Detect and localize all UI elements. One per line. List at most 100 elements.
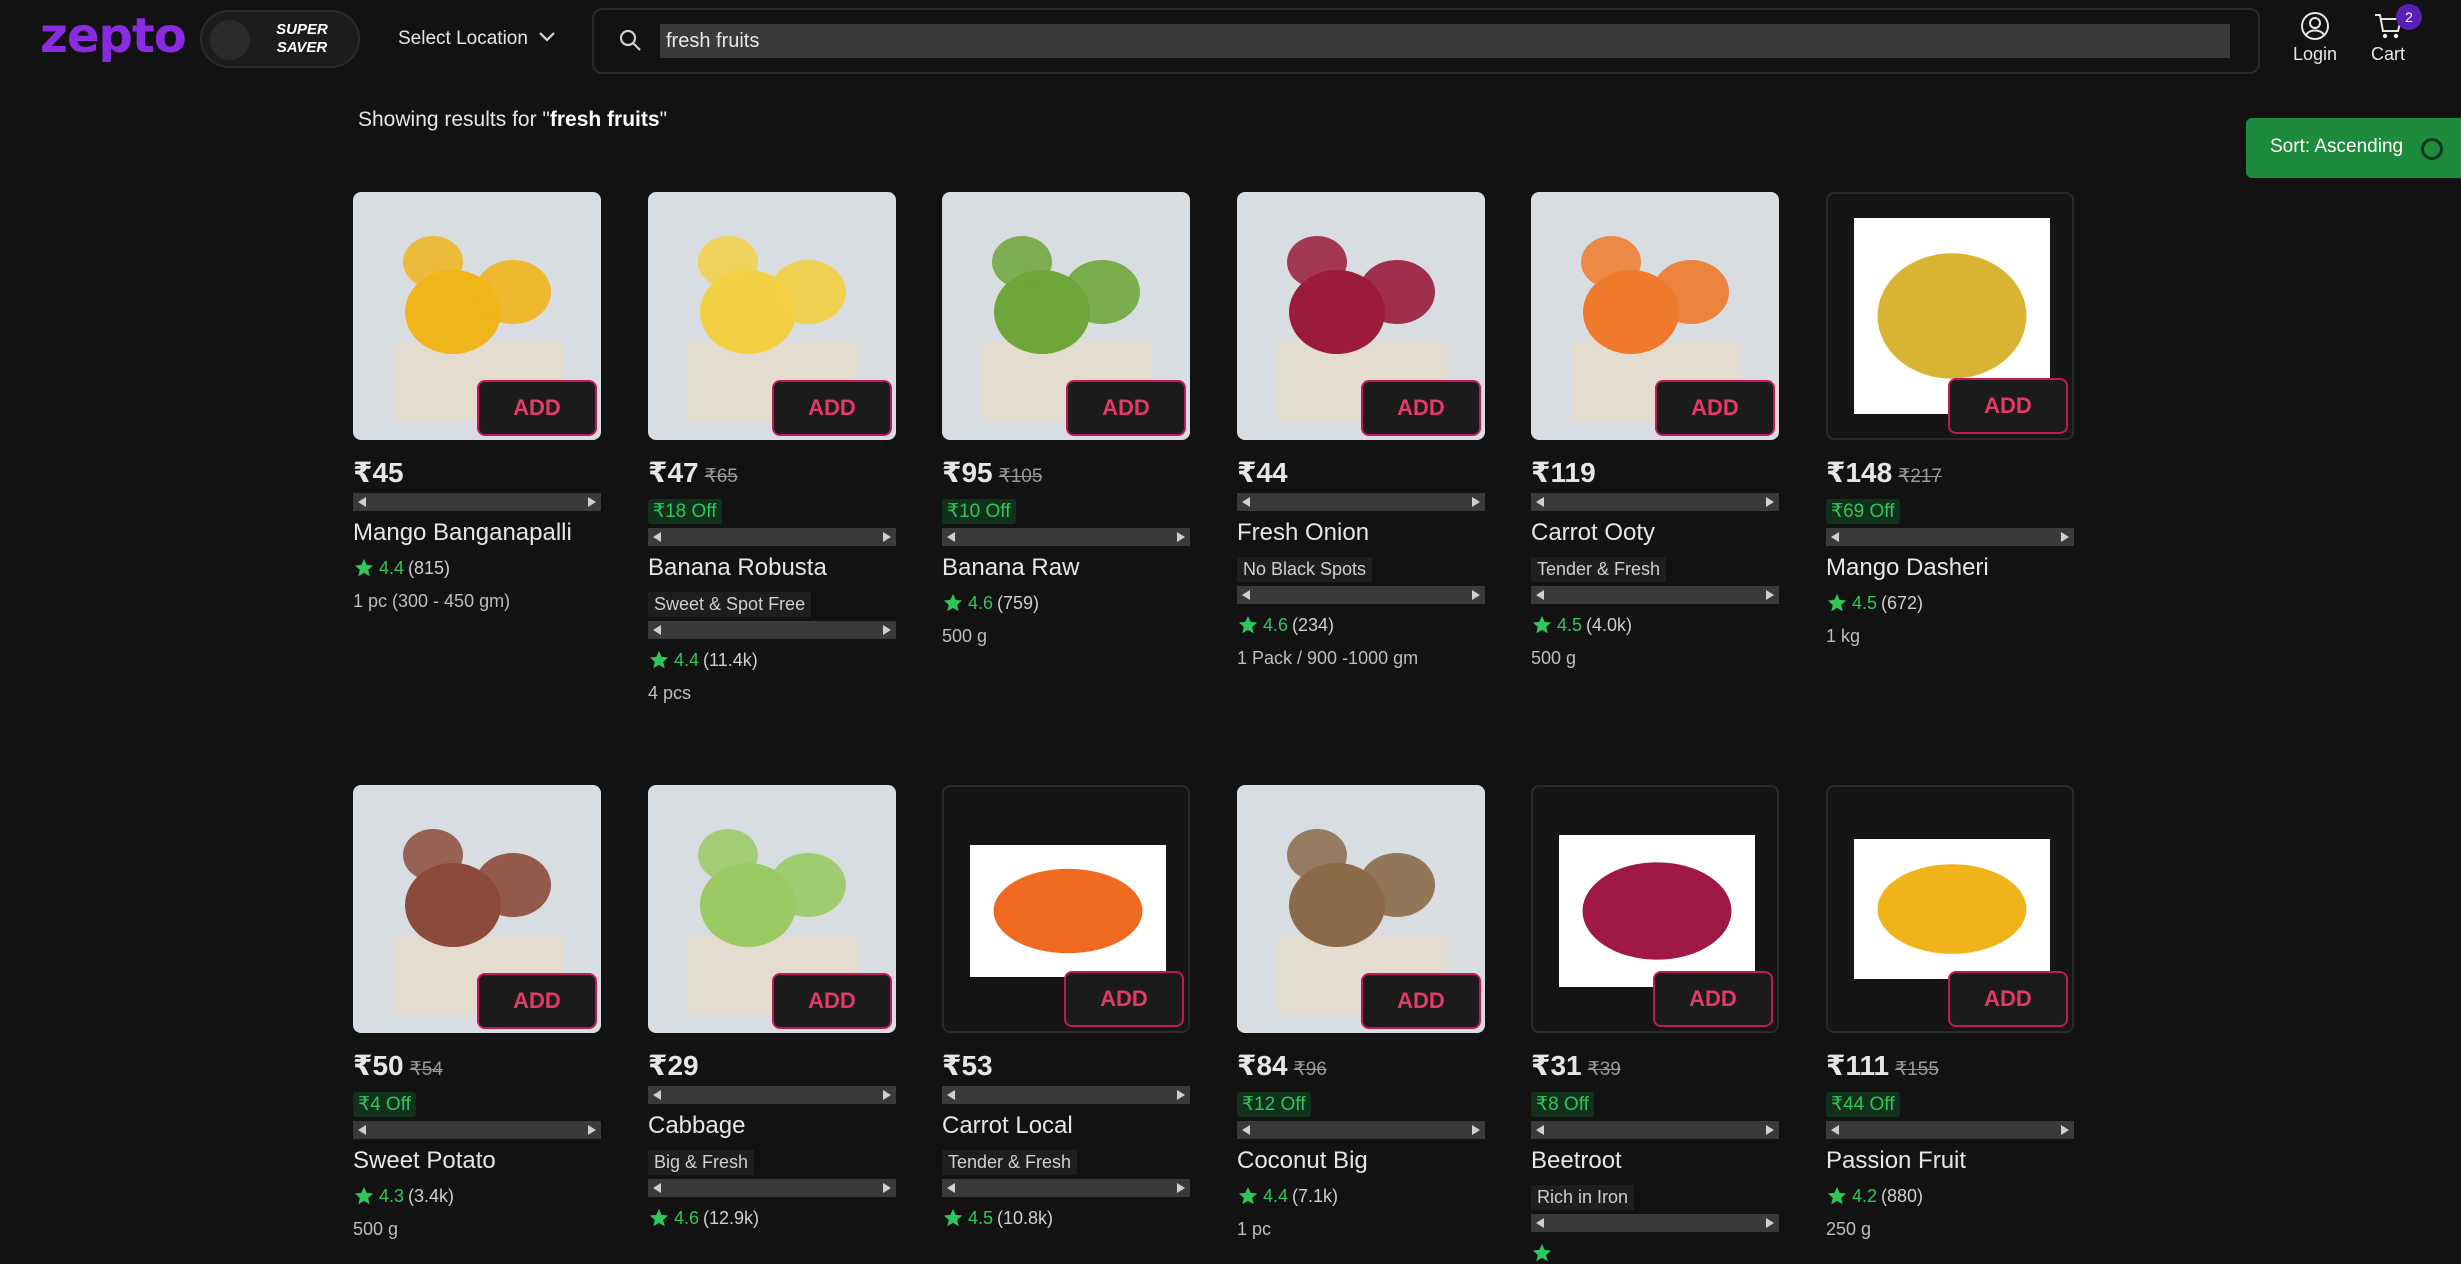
add-to-cart-button[interactable]: ADD: [1361, 380, 1481, 436]
horizontal-scrollbar[interactable]: [353, 1121, 601, 1139]
product-quantity: 1 pc (300 - 450 gm): [353, 591, 511, 611]
horizontal-scrollbar[interactable]: [1237, 493, 1485, 511]
product-card[interactable]: ADD ₹119 Carrot Ooty Tender & Fresh 4.5 (4.0k…: [1531, 192, 1779, 669]
rating-count: (12.9k): [703, 1207, 760, 1228]
product-image[interactable]: ADD: [1826, 785, 2074, 1033]
add-to-cart-button[interactable]: ADD: [772, 380, 892, 436]
cart-label: Cart: [2370, 44, 2405, 64]
star-icon: [649, 650, 669, 669]
price-value: ₹95: [942, 457, 993, 488]
rating-value: 4.6: [1263, 614, 1289, 635]
select-location-button[interactable]: Select Location: [398, 28, 556, 50]
product-name[interactable]: Passion Fruit: [1826, 1147, 2074, 1175]
original-price: ₹96: [1293, 1059, 1327, 1080]
horizontal-scrollbar[interactable]: [648, 528, 896, 546]
top-header: zepto SUPER SAVER Select Location Login …: [0, 0, 2461, 84]
add-to-cart-button[interactable]: ADD: [772, 973, 892, 1029]
product-image[interactable]: ADD: [1531, 785, 1779, 1033]
horizontal-scrollbar[interactable]: [942, 1179, 1190, 1197]
price-value: ₹111: [1826, 1050, 1890, 1081]
horizontal-scrollbar[interactable]: [1531, 586, 1779, 604]
product-card[interactable]: ADD ₹84 ₹96 ₹12 Off Coconut Big 4.4 (7.1k) 1 pc: [1237, 785, 1485, 1240]
horizontal-scrollbar[interactable]: [648, 621, 896, 639]
product-card[interactable]: ADD ₹148 ₹217 ₹69 Off Mango Dasheri 4.5 (672) 1…: [1826, 192, 2074, 647]
product-tag: Tender & Fresh: [1531, 557, 1667, 582]
horizontal-scrollbar[interactable]: [1237, 586, 1485, 604]
product-quantity: 500 g: [1531, 648, 1577, 668]
product-image[interactable]: ADD: [353, 192, 601, 440]
product-name[interactable]: Fresh Onion: [1237, 519, 1485, 547]
horizontal-scrollbar[interactable]: [1531, 1121, 1779, 1139]
login-label: Login: [2292, 44, 2338, 64]
super-saver-line2: SAVER: [276, 39, 328, 56]
horizontal-scrollbar[interactable]: [1531, 493, 1779, 511]
add-to-cart-button[interactable]: ADD: [1361, 973, 1481, 1029]
product-card[interactable]: ADD ₹47 ₹65 ₹18 Off Banana Robusta Sweet & Sp…: [648, 192, 896, 704]
product-name[interactable]: Carrot Ooty: [1531, 519, 1779, 547]
product-photo: [1559, 835, 1755, 987]
add-to-cart-button[interactable]: ADD: [1066, 380, 1186, 436]
product-image[interactable]: ADD: [353, 785, 601, 1033]
search-bar[interactable]: [592, 8, 2260, 74]
horizontal-scrollbar[interactable]: [353, 493, 601, 511]
price-value: ₹53: [942, 1050, 993, 1081]
add-to-cart-button[interactable]: ADD: [1948, 378, 2068, 434]
login-button[interactable]: Login: [2290, 10, 2340, 65]
add-to-cart-button[interactable]: ADD: [1655, 380, 1775, 436]
cart-button[interactable]: Cart 2: [2368, 4, 2422, 65]
search-input[interactable]: [660, 24, 2230, 58]
product-image[interactable]: ADD: [648, 192, 896, 440]
product-image[interactable]: ADD: [1237, 785, 1485, 1033]
horizontal-scrollbar[interactable]: [942, 1086, 1190, 1104]
product-name[interactable]: Carrot Local: [942, 1112, 1190, 1140]
search-icon: [619, 29, 641, 51]
product-name[interactable]: Coconut Big: [1237, 1147, 1485, 1175]
product-name[interactable]: Sweet Potato: [353, 1147, 601, 1175]
rating-count: (4.0k): [1586, 614, 1633, 635]
product-name[interactable]: Mango Dasheri: [1826, 554, 2074, 582]
product-image[interactable]: ADD: [1826, 192, 2074, 440]
sort-radio-icon: [2421, 138, 2443, 160]
horizontal-scrollbar[interactable]: [648, 1086, 896, 1104]
product-image[interactable]: ADD: [1237, 192, 1485, 440]
product-image[interactable]: ADD: [942, 192, 1190, 440]
star-icon: [354, 1186, 374, 1205]
product-image[interactable]: ADD: [648, 785, 896, 1033]
zepto-logo[interactable]: zepto: [40, 8, 187, 64]
horizontal-scrollbar[interactable]: [648, 1179, 896, 1197]
sort-toggle[interactable]: Sort: Ascending: [2246, 118, 2461, 178]
product-name[interactable]: Banana Robusta: [648, 554, 896, 582]
product-name[interactable]: Beetroot: [1531, 1147, 1779, 1175]
horizontal-scrollbar[interactable]: [1531, 1214, 1779, 1232]
product-quantity: 1 kg: [1826, 626, 1861, 646]
product-card[interactable]: ADD ₹50 ₹54 ₹4 Off Sweet Potato 4.3 (3.4k) 500 …: [353, 785, 601, 1240]
product-image[interactable]: ADD: [942, 785, 1190, 1033]
star-icon: [1238, 1186, 1258, 1205]
add-to-cart-button[interactable]: ADD: [1064, 971, 1184, 1027]
product-image[interactable]: ADD: [1531, 192, 1779, 440]
add-to-cart-button[interactable]: ADD: [1948, 971, 2068, 1027]
product-name[interactable]: Mango Banganapalli: [353, 519, 601, 547]
product-price: ₹95 ₹105: [942, 456, 1190, 489]
horizontal-scrollbar[interactable]: [1826, 1121, 2074, 1139]
horizontal-scrollbar[interactable]: [1237, 1121, 1485, 1139]
product-card[interactable]: ADD ₹111 ₹155 ₹44 Off Passion Fruit 4.2 (880) 2…: [1826, 785, 2074, 1240]
product-card[interactable]: ADD ₹29 Cabbage Big & Fresh 4.6 (12.9k): [648, 785, 896, 1229]
horizontal-scrollbar[interactable]: [1826, 528, 2074, 546]
add-to-cart-button[interactable]: ADD: [477, 973, 597, 1029]
product-card[interactable]: ADD ₹95 ₹105 ₹10 Off Banana Raw 4.6 (759) 500 g: [942, 192, 1190, 647]
add-to-cart-button[interactable]: ADD: [477, 380, 597, 436]
add-to-cart-button[interactable]: ADD: [1653, 971, 1773, 1027]
product-card[interactable]: ADD ₹44 Fresh Onion No Black Spots 4.6 (234) 1…: [1237, 192, 1485, 669]
results-suffix: ": [659, 108, 668, 131]
product-card[interactable]: ADD ₹45 Mango Banganapalli 4.4 (815) 1 pc (30…: [353, 192, 601, 612]
rating-value: 4.6: [674, 1207, 700, 1228]
product-card[interactable]: ADD ₹31 ₹39 ₹8 Off Beetroot Rich in Iron: [1531, 785, 1779, 1264]
product-name[interactable]: Banana Raw: [942, 554, 1190, 582]
super-saver-toggle[interactable]: SUPER SAVER: [200, 10, 360, 68]
horizontal-scrollbar[interactable]: [942, 528, 1190, 546]
product-name[interactable]: Cabbage: [648, 1112, 896, 1140]
star-icon: [1532, 1243, 1552, 1262]
super-saver-label: SUPER SAVER: [262, 21, 342, 57]
product-card[interactable]: ADD ₹53 Carrot Local Tender & Fresh 4.5 (10.8…: [942, 785, 1190, 1229]
